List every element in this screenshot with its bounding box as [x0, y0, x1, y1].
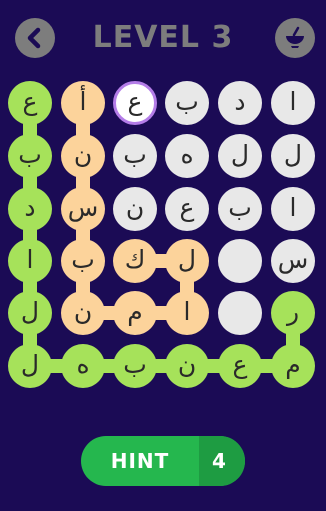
letter-cell[interactable]: ر [271, 291, 315, 335]
letter-glyph: ر [286, 296, 300, 326]
letter-cell[interactable]: ه [61, 344, 105, 388]
hint-label: HINT [110, 449, 170, 473]
letter-cell[interactable]: ع [218, 344, 262, 388]
letter-cell[interactable]: ن [165, 344, 209, 388]
letter-glyph: ا [183, 296, 191, 326]
letter-glyph: أ [79, 86, 87, 116]
letter-cell[interactable]: ع [113, 81, 157, 125]
letter-glyph: ه [76, 349, 90, 379]
letter-glyph: ع [179, 192, 195, 222]
letter-glyph: ع [232, 349, 248, 379]
letter-glyph: ا [289, 192, 297, 222]
letter-glyph: ل [20, 349, 40, 379]
letter-glyph: ع [22, 86, 38, 116]
letter-grid: عأعبدابنبهللدسنعباابكلسلنمارلهبنعم [0, 0, 326, 400]
letter-cell[interactable]: ا [271, 81, 315, 125]
letter-cell[interactable] [218, 239, 262, 283]
letter-cell[interactable]: ب [113, 134, 157, 178]
letter-cell[interactable]: ا [271, 187, 315, 231]
letter-cell[interactable]: ل [8, 291, 52, 335]
letter-glyph: ل [20, 296, 40, 326]
letter-glyph: ب [175, 86, 199, 116]
letter-cell[interactable]: ن [61, 134, 105, 178]
letter-cell[interactable]: س [271, 239, 315, 283]
letter-glyph: ل [177, 244, 197, 274]
hint-button[interactable]: HINT 4 [81, 436, 245, 486]
letter-cell[interactable]: ع [8, 81, 52, 125]
letter-cell[interactable]: م [271, 344, 315, 388]
letter-cell[interactable]: ل [271, 134, 315, 178]
letter-glyph: ا [289, 86, 297, 116]
letter-cell[interactable]: د [8, 187, 52, 231]
letter-glyph: ن [177, 349, 197, 379]
letter-glyph: ا [26, 244, 34, 274]
letter-glyph: س [277, 244, 309, 274]
letter-cell[interactable]: ل [8, 344, 52, 388]
letter-cell[interactable]: ا [8, 239, 52, 283]
letter-glyph: ن [125, 192, 145, 222]
letter-cell[interactable]: ل [218, 134, 262, 178]
letter-cell[interactable]: أ [61, 81, 105, 125]
letter-cell[interactable]: س [61, 187, 105, 231]
letter-glyph: س [67, 192, 99, 222]
hint-count: 4 [212, 449, 226, 473]
letter-glyph: ل [283, 139, 303, 169]
letter-cell[interactable]: ب [113, 344, 157, 388]
letter-cell[interactable]: ه [165, 134, 209, 178]
letter-cell[interactable] [218, 291, 262, 335]
letter-glyph: د [234, 86, 246, 116]
letter-glyph: ب [123, 139, 147, 169]
letter-glyph: د [24, 192, 36, 222]
letter-cell[interactable]: ا [165, 291, 209, 335]
letter-cell[interactable]: ب [218, 187, 262, 231]
letter-glyph: ب [228, 192, 252, 222]
letter-glyph: ن [73, 296, 93, 326]
letter-glyph: م [285, 349, 301, 379]
letter-glyph: ه [180, 139, 194, 169]
letter-cell[interactable]: ن [61, 291, 105, 335]
letter-cell[interactable]: ن [113, 187, 157, 231]
letter-cell[interactable]: ب [165, 81, 209, 125]
letter-glyph: ك [124, 244, 146, 274]
letter-cell[interactable]: د [218, 81, 262, 125]
letter-cell[interactable]: ل [165, 239, 209, 283]
letter-glyph: ن [73, 139, 93, 169]
letter-glyph: م [127, 296, 143, 326]
letter-glyph: ل [230, 139, 250, 169]
hint-count-box: 4 [199, 436, 245, 486]
letter-glyph: ع [127, 86, 143, 116]
letter-glyph: ب [18, 139, 42, 169]
letter-cell[interactable]: ع [165, 187, 209, 231]
letter-glyph: ب [71, 244, 95, 274]
letter-cell[interactable]: م [113, 291, 157, 335]
letter-cell[interactable]: ك [113, 239, 157, 283]
letter-cell[interactable]: ب [61, 239, 105, 283]
letter-glyph: ب [123, 349, 147, 379]
letter-cell[interactable]: ب [8, 134, 52, 178]
